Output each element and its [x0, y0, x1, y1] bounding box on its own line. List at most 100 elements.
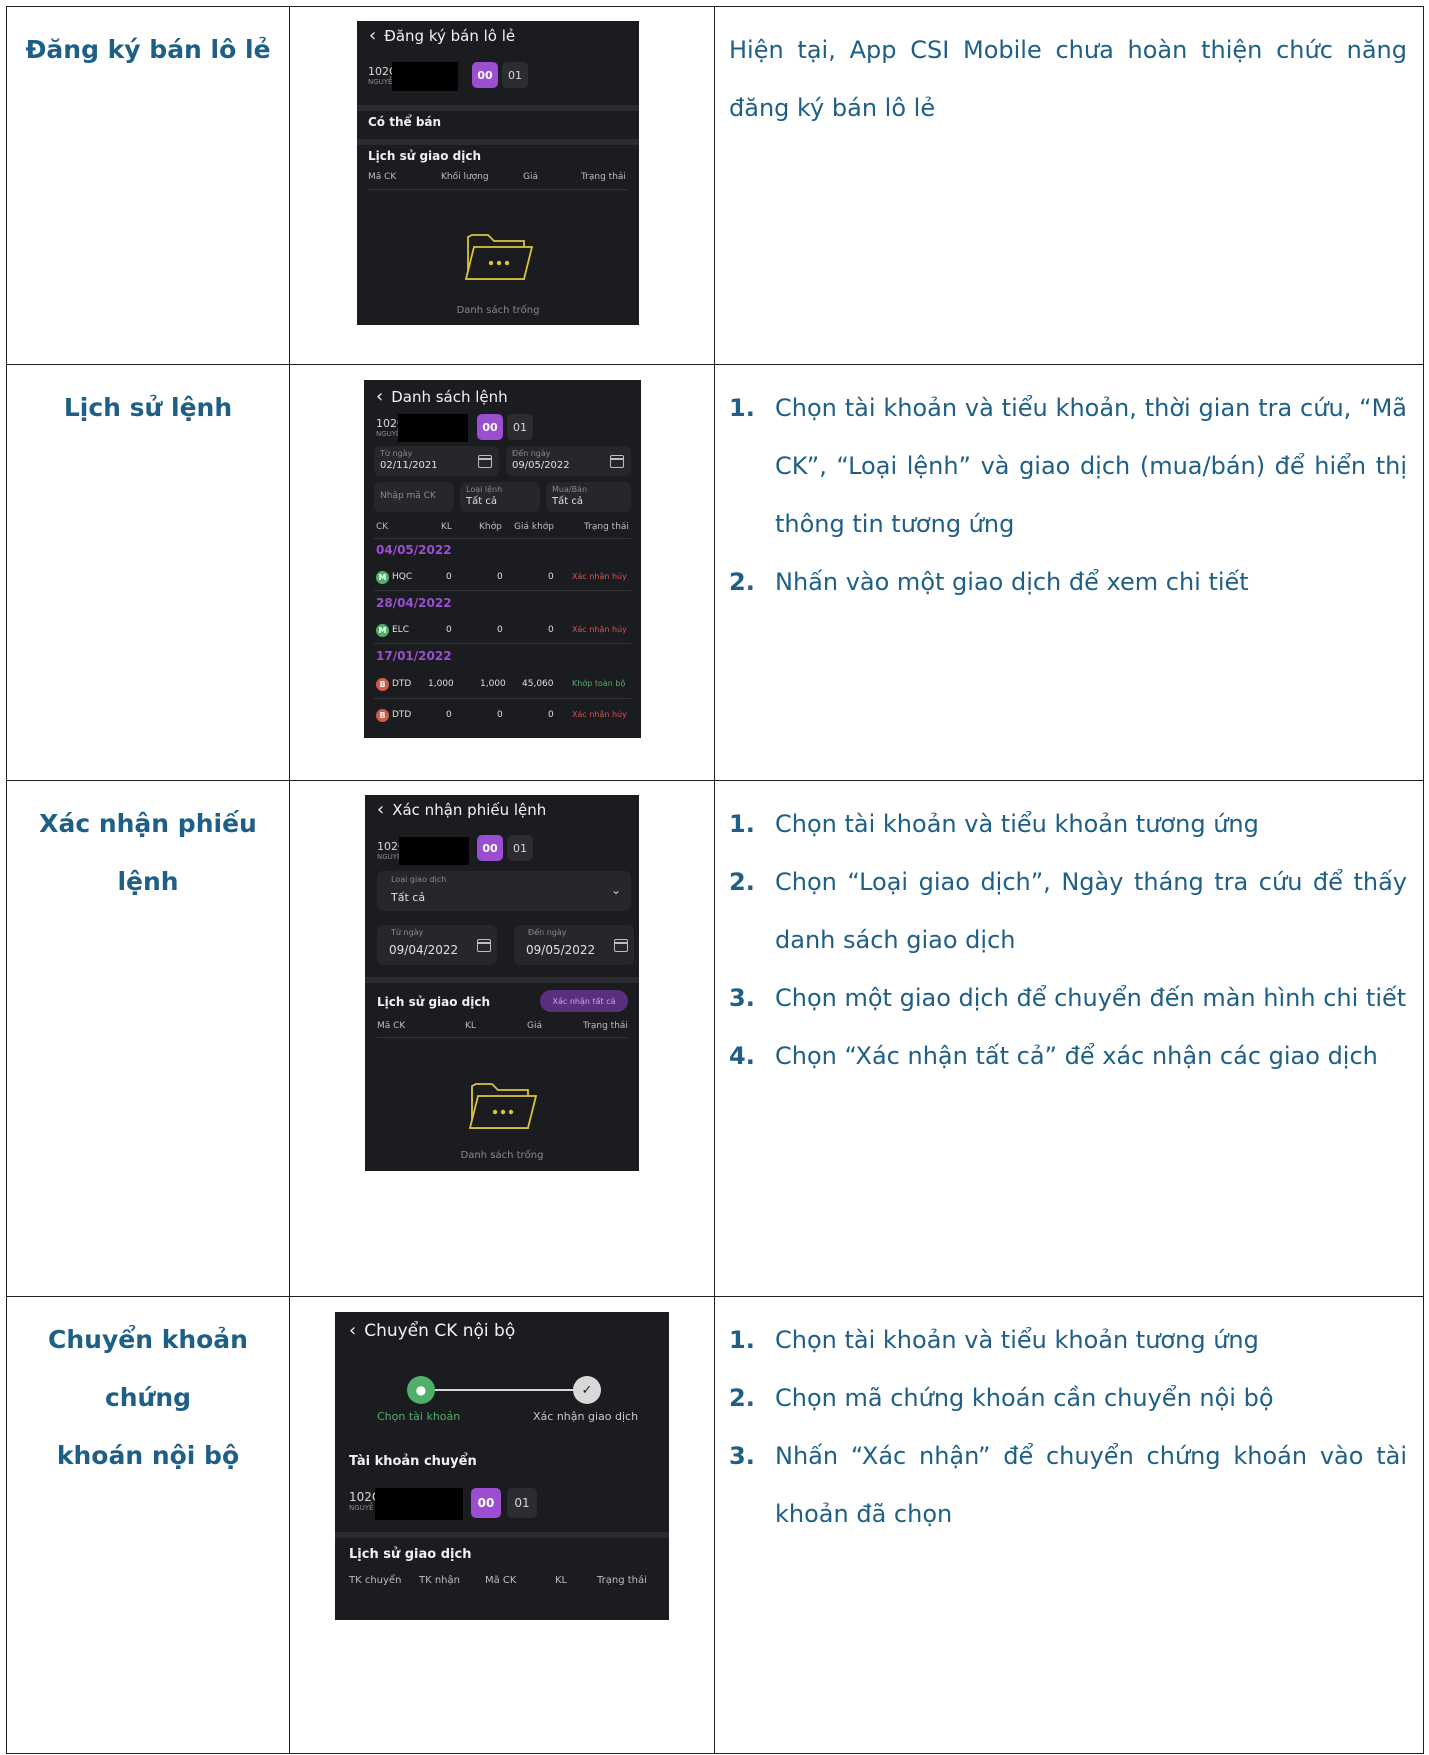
description-cell: 1. Chọn tài khoản và tiểu khoản, thời gia…: [714, 364, 1424, 781]
feature-name: Xác nhận phiếu lệnh: [39, 809, 257, 896]
subaccount-chip-01[interactable]: 01: [502, 62, 528, 88]
divider: [374, 643, 631, 644]
redaction-box: [392, 62, 458, 91]
redaction-box: [399, 837, 469, 865]
col-header: Giá khớp: [514, 522, 554, 532]
screenshot-order-history: ‹ Danh sách lệnh 102C NGUYỄ 00 01 Từ ngày…: [364, 380, 641, 738]
screenshot-cell: ‹ Xác nhận phiếu lệnh 102C NGUYỄ 00 01 Lo…: [289, 780, 715, 1297]
table-row: Xác nhận phiếu lệnh ‹ Xác nhận phiếu lện…: [6, 780, 1424, 1297]
empty-folder-icon: [468, 1083, 538, 1129]
section-source-account: Tài khoản chuyển: [349, 1454, 477, 1469]
calendar-icon[interactable]: [478, 455, 492, 468]
col-header: Giá: [523, 172, 538, 182]
sell-badge: B: [376, 709, 389, 722]
subaccount-chip-01[interactable]: 01: [507, 1488, 537, 1518]
screenshot-cell: ‹ Đăng ký bán lô lẻ 102C NGUYỄ 00 01 Có t…: [289, 6, 715, 365]
screen-title: ‹ Đăng ký bán lô lẻ: [369, 25, 516, 46]
empty-state-text: Danh sách trống: [456, 305, 540, 316]
table-row: Chuyển khoản chứng khoán nội bộ ‹ Chuyển…: [6, 1296, 1424, 1754]
step-item: 1. Chọn tài khoản và tiểu khoản tương ứng: [729, 810, 1259, 838]
subaccount-chip-00[interactable]: 00: [471, 1488, 501, 1518]
screen-title: ‹ Danh sách lệnh: [376, 386, 508, 407]
col-header: Mã CK: [377, 1021, 406, 1031]
col-header: CK: [376, 522, 389, 532]
divider: [374, 698, 631, 699]
transaction-type-select[interactable]: Loại giao dịch Tất cả ⌄: [377, 871, 631, 911]
col-header: TK nhận: [419, 1575, 460, 1586]
steps-list: 1. Chọn tài khoản và tiểu khoản tương ứng…: [729, 1311, 1407, 1543]
section-history: Lịch sử giao dịch: [377, 995, 491, 1009]
chevron-down-icon[interactable]: ⌄: [611, 883, 621, 897]
divider: [374, 590, 631, 591]
date-group-header: 04/05/2022: [376, 543, 452, 557]
feature-cell: Chuyển khoản chứng khoán nội bộ: [6, 1296, 290, 1754]
steps-list: 1. Chọn tài khoản và tiểu khoản, thời gia…: [729, 379, 1407, 611]
stock-code-input[interactable]: Nhập mã CK: [374, 482, 454, 512]
subaccount-chip-01[interactable]: 01: [507, 835, 533, 861]
back-icon[interactable]: ‹: [376, 386, 383, 407]
feature-name: khoán nội bộ: [56, 1441, 240, 1470]
divider: [368, 189, 628, 190]
order-type-select[interactable]: Loại lệnh Tất cả: [460, 482, 540, 512]
col-header: Khối lượng: [441, 172, 489, 182]
step-item: 2. Chọn “Loại giao dịch”, Ngày tháng tra …: [729, 868, 1407, 954]
screenshot-order-confirm: ‹ Xác nhận phiếu lệnh 102C NGUYỄ 00 01 Lo…: [365, 795, 639, 1171]
divider: [357, 139, 639, 145]
back-icon[interactable]: ‹: [369, 25, 376, 46]
step-item: 3. Chọn một giao dịch để chuyển đến màn h…: [729, 984, 1407, 1012]
section-history: Lịch sử giao dịch: [368, 149, 482, 163]
confirm-all-button[interactable]: Xác nhận tất cả: [540, 990, 628, 1012]
subaccount-chip-00[interactable]: 00: [477, 414, 503, 440]
screenshot-odd-lot: ‹ Đăng ký bán lô lẻ 102C NGUYỄ 00 01 Có t…: [357, 21, 639, 325]
date-group-header: 17/01/2022: [376, 649, 452, 663]
stepper-line: [421, 1389, 587, 1391]
step-item: 2. Nhấn vào một giao dịch để xem chi tiết: [729, 568, 1249, 596]
step-item: 1. Chọn tài khoản và tiểu khoản, thời gia…: [729, 394, 1407, 538]
back-icon[interactable]: ‹: [377, 799, 384, 820]
feature-cell: Xác nhận phiếu lệnh: [6, 780, 290, 1297]
divider: [335, 1532, 669, 1538]
date-group-header: 28/04/2022: [376, 596, 452, 610]
col-header: Giá: [527, 1021, 542, 1031]
description-cell: 1. Chọn tài khoản và tiểu khoản tương ứng…: [714, 1296, 1424, 1754]
step-item: 4. Chọn “Xác nhận tất cả” để xác nhận các…: [729, 1042, 1378, 1070]
calendar-icon[interactable]: [614, 939, 628, 952]
description-text: Hiện tại, App CSI Mobile chưa hoàn thiện…: [729, 36, 1407, 122]
table-row: Lịch sử lệnh ‹ Danh sách lệnh 102C NGUYỄ …: [6, 364, 1424, 781]
from-date-field[interactable]: Từ ngày 02/11/2021: [374, 446, 499, 476]
to-date-field[interactable]: Đến ngày 09/05/2022: [514, 925, 634, 965]
divider: [377, 1037, 627, 1038]
feature-cell: Lịch sử lệnh: [6, 364, 290, 781]
divider: [357, 105, 639, 111]
section-history: Lịch sử giao dịch: [349, 1547, 472, 1562]
col-header: Trạng thái: [597, 1575, 647, 1586]
subaccount-chip-01[interactable]: 01: [507, 414, 533, 440]
calendar-icon[interactable]: [610, 455, 624, 468]
step-label-2: Xác nhận giao dịch: [533, 1410, 639, 1423]
subaccount-chip-00[interactable]: 00: [472, 62, 498, 88]
empty-state-text: Danh sách trống: [460, 1150, 544, 1161]
back-icon[interactable]: ‹: [349, 1320, 356, 1341]
to-date-field[interactable]: Đến ngày 09/05/2022: [506, 446, 631, 476]
description-cell: 1. Chọn tài khoản và tiểu khoản tương ứng…: [714, 780, 1424, 1297]
screenshot-cell: ‹ Danh sách lệnh 102C NGUYỄ 00 01 Từ ngày…: [289, 364, 715, 781]
divider: [374, 538, 631, 539]
calendar-icon[interactable]: [477, 939, 491, 952]
table-row: Đăng ký bán lô lẻ ‹ Đăng ký bán lô lẻ 10…: [6, 6, 1424, 365]
screen-title: ‹ Chuyển CK nội bộ: [349, 1320, 516, 1341]
redaction-box: [398, 414, 468, 442]
buy-badge: M: [376, 624, 389, 637]
screen-title: ‹ Xác nhận phiếu lệnh: [377, 799, 547, 820]
subaccount-chip-00[interactable]: 00: [477, 835, 503, 861]
step-account-icon: ●: [407, 1376, 435, 1404]
col-header: Trạng thái: [581, 172, 626, 182]
buy-badge: M: [376, 571, 389, 584]
col-header: Trạng thái: [583, 1021, 628, 1031]
step-label-1: Chọn tài khoản: [377, 1410, 461, 1423]
steps-list: 1. Chọn tài khoản và tiểu khoản tương ứng…: [729, 795, 1407, 1085]
buy-sell-select[interactable]: Mua/Bán Tất cả: [546, 482, 631, 512]
col-header: Khớp: [479, 522, 502, 532]
empty-folder-icon: [464, 234, 534, 280]
step-item: 1. Chọn tài khoản và tiểu khoản tương ứng: [729, 1326, 1259, 1354]
from-date-field[interactable]: Từ ngày 09/04/2022: [377, 925, 497, 965]
